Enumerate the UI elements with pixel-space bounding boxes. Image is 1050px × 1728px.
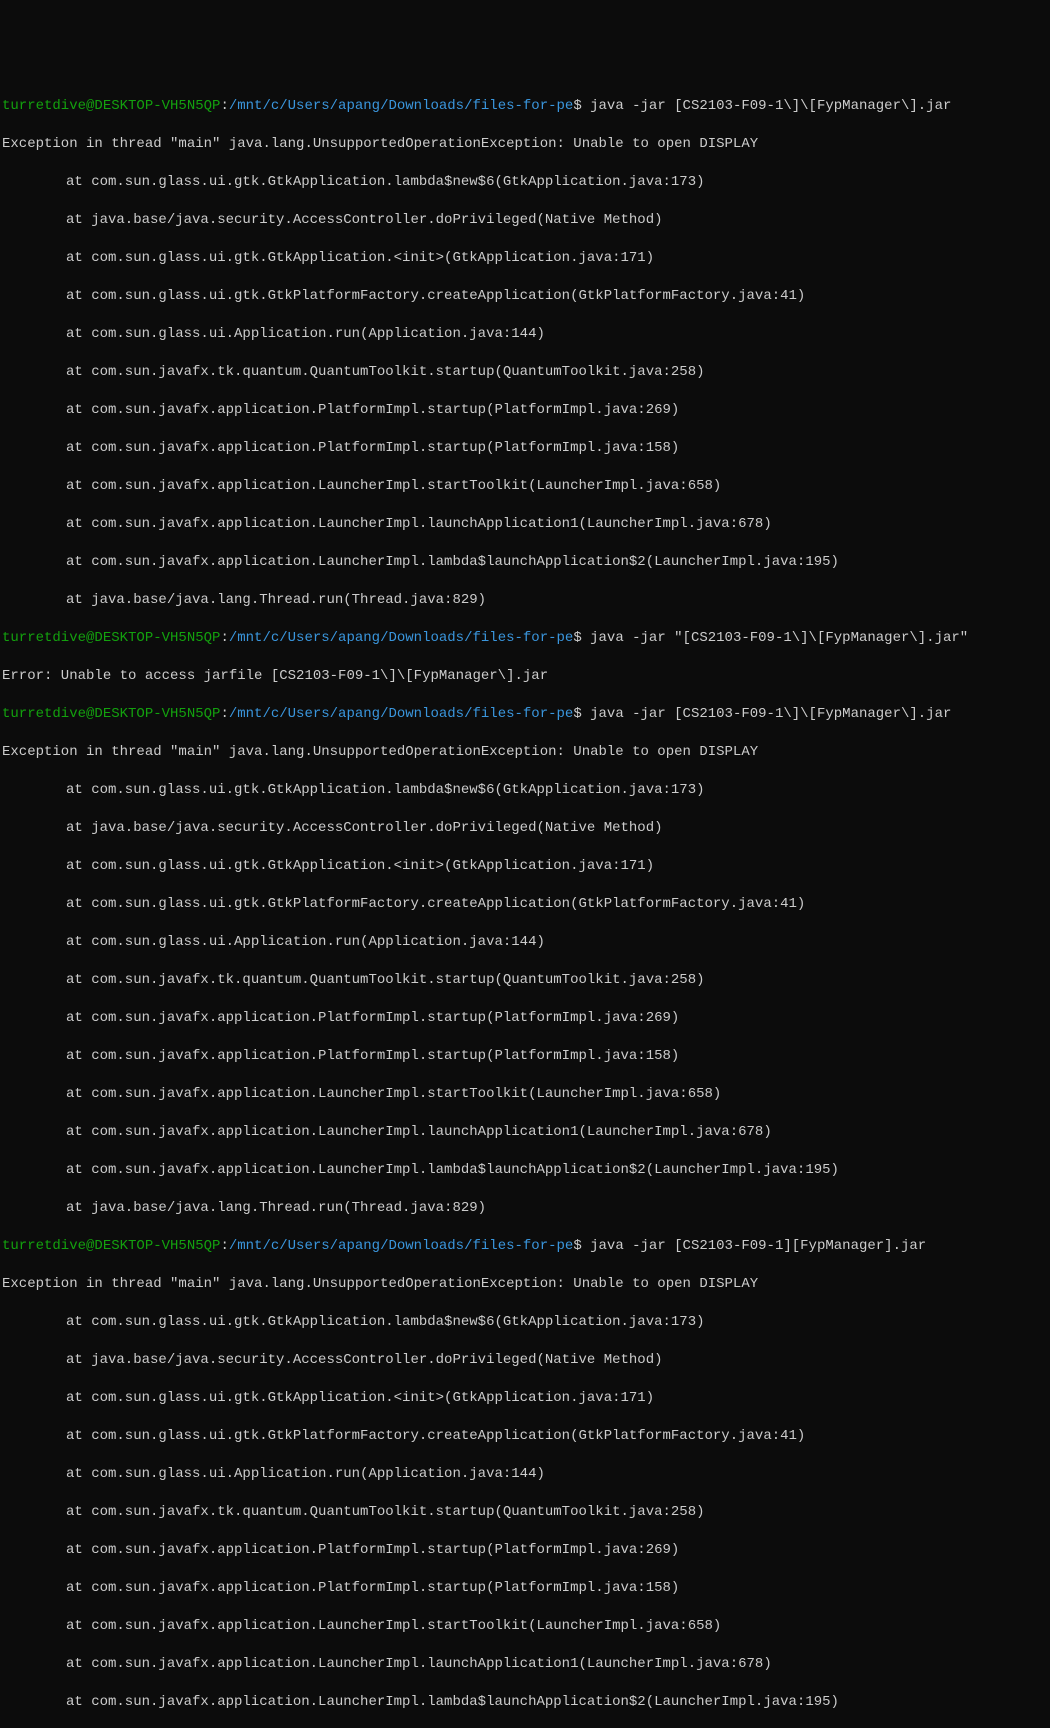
trace-line: at com.sun.javafx.application.LauncherIm…: [2, 1085, 1048, 1104]
trace-line: at java.base/java.security.AccessControl…: [2, 1351, 1048, 1370]
dollar: $: [573, 98, 581, 114]
trace-line: at com.sun.glass.ui.gtk.GtkApplication.<…: [2, 249, 1048, 268]
exception-header-2: Exception in thread "main" java.lang.Uns…: [2, 743, 1048, 762]
trace-line: at com.sun.javafx.application.LauncherIm…: [2, 1655, 1048, 1674]
trace-line: at com.sun.javafx.application.LauncherIm…: [2, 515, 1048, 534]
trace-line: at com.sun.glass.ui.Application.run(Appl…: [2, 933, 1048, 952]
trace-line: at java.base/java.lang.Thread.run(Thread…: [2, 591, 1048, 610]
trace-line: at java.base/java.security.AccessControl…: [2, 819, 1048, 838]
colon: :: [220, 630, 228, 646]
dollar: $: [573, 706, 581, 722]
working-dir: /mnt/c/Users/apang/Downloads/files-for-p…: [229, 706, 573, 722]
trace-line: at com.sun.javafx.application.PlatformIm…: [2, 1047, 1048, 1066]
trace-line: at com.sun.glass.ui.gtk.GtkPlatformFacto…: [2, 287, 1048, 306]
working-dir: /mnt/c/Users/apang/Downloads/files-for-p…: [229, 630, 573, 646]
access-error: Error: Unable to access jarfile [CS2103-…: [2, 667, 1048, 686]
command-1: java -jar [CS2103-F09-1\]\[FypManager\].…: [590, 98, 951, 114]
user-host: turretdive@DESKTOP-VH5N5QP: [2, 630, 220, 646]
colon: :: [220, 706, 228, 722]
trace-line: at com.sun.javafx.tk.quantum.QuantumTool…: [2, 971, 1048, 990]
trace-line: at java.base/java.security.AccessControl…: [2, 211, 1048, 230]
dollar: $: [573, 1238, 581, 1254]
trace-line: at com.sun.javafx.application.PlatformIm…: [2, 439, 1048, 458]
trace-line: at com.sun.javafx.tk.quantum.QuantumTool…: [2, 1503, 1048, 1522]
exception-header-1: Exception in thread "main" java.lang.Uns…: [2, 135, 1048, 154]
trace-line: at com.sun.glass.ui.gtk.GtkApplication.l…: [2, 781, 1048, 800]
prompt-line-4: turretdive@DESKTOP-VH5N5QP:/mnt/c/Users/…: [2, 1237, 1048, 1256]
trace-line: at com.sun.javafx.application.LauncherIm…: [2, 477, 1048, 496]
trace-line: at com.sun.javafx.application.PlatformIm…: [2, 1541, 1048, 1560]
trace-line: at com.sun.javafx.application.LauncherIm…: [2, 1161, 1048, 1180]
command-4: java -jar [CS2103-F09-1][FypManager].jar: [590, 1238, 926, 1254]
working-dir: /mnt/c/Users/apang/Downloads/files-for-p…: [229, 98, 573, 114]
trace-line: at com.sun.javafx.application.LauncherIm…: [2, 1617, 1048, 1636]
trace-line: at com.sun.glass.ui.Application.run(Appl…: [2, 1465, 1048, 1484]
trace-line: at com.sun.glass.ui.gtk.GtkApplication.<…: [2, 1389, 1048, 1408]
trace-line: at com.sun.glass.ui.Application.run(Appl…: [2, 325, 1048, 344]
command-3: java -jar [CS2103-F09-1\]\[FypManager\].…: [590, 706, 951, 722]
trace-line: at com.sun.glass.ui.gtk.GtkPlatformFacto…: [2, 1427, 1048, 1446]
trace-line: at com.sun.javafx.application.PlatformIm…: [2, 1009, 1048, 1028]
prompt-line-1: turretdive@DESKTOP-VH5N5QP:/mnt/c/Users/…: [2, 97, 1048, 116]
exception-header-3: Exception in thread "main" java.lang.Uns…: [2, 1275, 1048, 1294]
dollar: $: [573, 630, 581, 646]
trace-line: at java.base/java.lang.Thread.run(Thread…: [2, 1199, 1048, 1218]
user-host: turretdive@DESKTOP-VH5N5QP: [2, 98, 220, 114]
trace-line: at com.sun.glass.ui.gtk.GtkApplication.l…: [2, 1313, 1048, 1332]
working-dir: /mnt/c/Users/apang/Downloads/files-for-p…: [229, 1238, 573, 1254]
prompt-line-2: turretdive@DESKTOP-VH5N5QP:/mnt/c/Users/…: [2, 629, 1048, 648]
trace-line: at com.sun.javafx.application.PlatformIm…: [2, 401, 1048, 420]
trace-line: at com.sun.javafx.application.LauncherIm…: [2, 1693, 1048, 1712]
trace-line: at com.sun.javafx.application.LauncherIm…: [2, 553, 1048, 572]
trace-line: at com.sun.glass.ui.gtk.GtkApplication.l…: [2, 173, 1048, 192]
user-host: turretdive@DESKTOP-VH5N5QP: [2, 1238, 220, 1254]
trace-line: at com.sun.javafx.tk.quantum.QuantumTool…: [2, 363, 1048, 382]
trace-line: at com.sun.javafx.application.PlatformIm…: [2, 1579, 1048, 1598]
colon: :: [220, 98, 228, 114]
terminal-output[interactable]: turretdive@DESKTOP-VH5N5QP:/mnt/c/Users/…: [2, 78, 1048, 1728]
trace-line: at com.sun.glass.ui.gtk.GtkPlatformFacto…: [2, 895, 1048, 914]
colon: :: [220, 1238, 228, 1254]
prompt-line-3: turretdive@DESKTOP-VH5N5QP:/mnt/c/Users/…: [2, 705, 1048, 724]
trace-line: at com.sun.javafx.application.LauncherIm…: [2, 1123, 1048, 1142]
user-host: turretdive@DESKTOP-VH5N5QP: [2, 706, 220, 722]
trace-line: at com.sun.glass.ui.gtk.GtkApplication.<…: [2, 857, 1048, 876]
command-2: java -jar "[CS2103-F09-1\]\[FypManager\]…: [590, 630, 968, 646]
